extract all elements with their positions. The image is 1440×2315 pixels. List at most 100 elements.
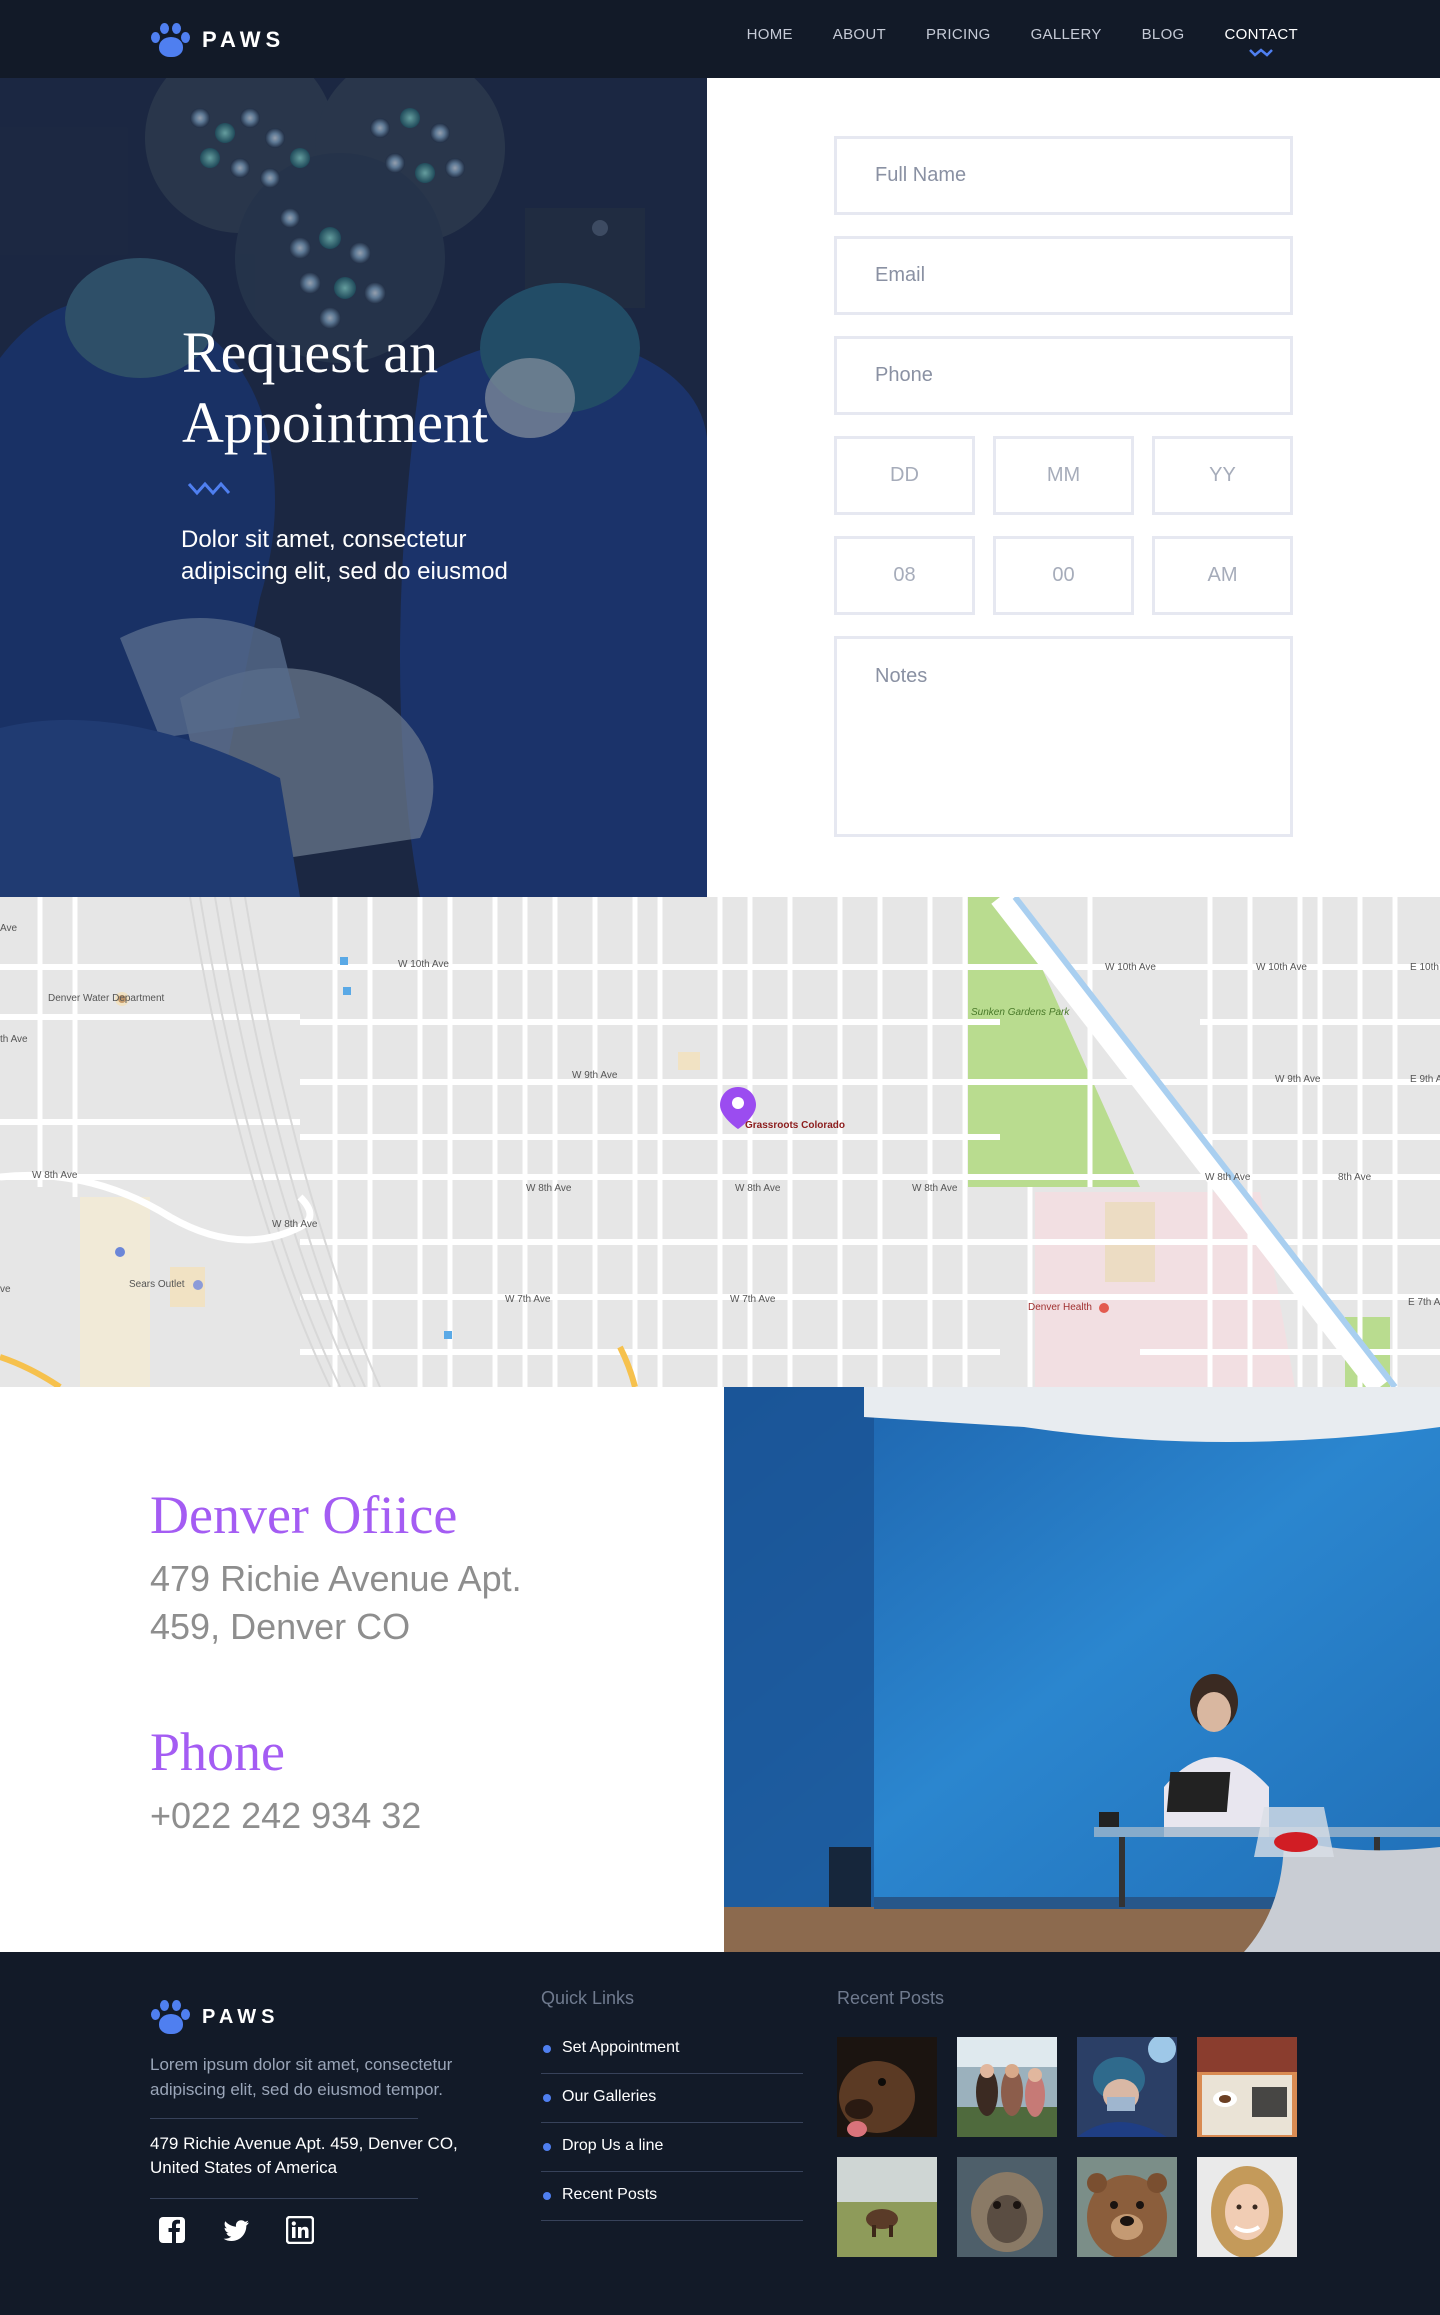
office-address: 479 Richie Avenue Apt. 459, Denver CO — [150, 1555, 522, 1651]
svg-text:W 9th Ave: W 9th Ave — [1275, 1074, 1321, 1085]
quick-link-label: Recent Posts — [562, 2186, 658, 2203]
svg-text:W 8th Ave: W 8th Ave — [526, 1183, 572, 1194]
nav-contact[interactable]: CONTACT — [1225, 26, 1298, 43]
facebook-icon[interactable] — [158, 2216, 186, 2244]
bullet-icon — [543, 2094, 551, 2102]
svg-text:Ave: Ave — [0, 923, 17, 934]
hero-image: Request an Appointment Dolor sit amet, c… — [0, 78, 707, 897]
bullet-icon — [543, 2045, 551, 2053]
map-pin-label: Grassroots Colorado — [745, 1120, 845, 1131]
recent-post-thumb-surgeon[interactable] — [1077, 2037, 1177, 2137]
recent-post-thumb-bear[interactable] — [1077, 2157, 1177, 2257]
quick-link-our-galleries[interactable]: Our Galleries — [541, 2074, 803, 2123]
quick-link-label: Drop Us a line — [562, 2137, 664, 2154]
recent-post-thumb-friends[interactable] — [957, 2037, 1057, 2137]
month-input[interactable]: MM — [993, 436, 1134, 515]
paw-logo-icon — [150, 22, 192, 58]
recent-posts-heading: Recent Posts — [837, 1988, 945, 2008]
quick-link-label: Set Appointment — [562, 2039, 680, 2056]
svg-text:ve: ve — [0, 1284, 11, 1295]
appointment-form: Full Name Email Phone DD MM YY 08 00 AM … — [707, 78, 1440, 897]
footer-divider — [150, 2118, 418, 2119]
svg-text:W 10th Ave: W 10th Ave — [398, 959, 449, 970]
svg-text:W 8th Ave: W 8th Ave — [32, 1170, 78, 1181]
footer-description: Lorem ipsum dolor sit amet, consectetur … — [150, 2055, 453, 2099]
svg-text:W 10th Ave: W 10th Ave — [1256, 962, 1307, 973]
office-address-line1: 479 Richie Avenue Apt. — [150, 1558, 522, 1599]
nav-gallery[interactable]: GALLERY — [1031, 26, 1102, 44]
svg-text:E 9th A: E 9th A — [1410, 1074, 1440, 1085]
recent-post-thumb-baboon[interactable] — [957, 2157, 1057, 2257]
phone-input[interactable]: Phone — [834, 336, 1293, 415]
hour-select[interactable]: 08 — [834, 536, 975, 615]
footer-logo[interactable]: PAWS — [150, 1999, 279, 2035]
svg-text:W 9th Ave: W 9th Ave — [572, 1070, 618, 1081]
year-input[interactable]: YY — [1152, 436, 1293, 515]
svg-text:Sears Outlet: Sears Outlet — [129, 1279, 185, 1290]
svg-text:W 7th Ave: W 7th Ave — [730, 1294, 776, 1305]
svg-text:th Ave: th Ave — [0, 1034, 28, 1045]
office-photo — [724, 1387, 1440, 1952]
full-name-input[interactable]: Full Name — [834, 136, 1293, 215]
svg-text:Sunken Gardens Park: Sunken Gardens Park — [971, 1007, 1070, 1018]
svg-text:Denver Health: Denver Health — [1028, 1302, 1092, 1313]
quick-link-recent-posts[interactable]: Recent Posts — [541, 2172, 803, 2221]
svg-text:W 8th Ave: W 8th Ave — [912, 1183, 958, 1194]
office-address-line2: 459, Denver CO — [150, 1606, 411, 1647]
notes-textarea[interactable]: Notes — [834, 636, 1293, 837]
footer-brand-name: PAWS — [202, 2005, 280, 2028]
recent-post-thumb-woman[interactable] — [1197, 2157, 1297, 2257]
footer: PAWS Lorem ipsum dolor sit amet, consect… — [0, 1952, 1440, 2315]
recent-post-thumb-coffee[interactable] — [1197, 2037, 1297, 2137]
location-map[interactable]: W 10th Ave W 10th Ave W 10th Ave E 10th … — [0, 897, 1440, 1387]
footer-divider — [150, 2198, 418, 2199]
office-photo-image — [724, 1387, 1440, 1952]
hero-overlay — [0, 78, 707, 897]
svg-text:W 8th Ave: W 8th Ave — [1205, 1172, 1251, 1183]
svg-text:W 8th Ave: W 8th Ave — [735, 1183, 781, 1194]
quick-link-set-appointment[interactable]: Set Appointment — [541, 2025, 803, 2074]
quick-links-heading: Quick Links — [541, 1988, 635, 2008]
bullet-icon — [543, 2143, 551, 2151]
email-input[interactable]: Email — [834, 236, 1293, 315]
footer-address: 479 Richie Avenue Apt. 459, Denver CO, U… — [150, 2134, 458, 2177]
active-indicator-zigzag-icon — [1249, 48, 1274, 57]
hero-title-line1: Request an — [182, 320, 439, 385]
hero-zigzag-icon — [187, 481, 231, 496]
svg-text:E 7th A: E 7th A — [1408, 1297, 1440, 1308]
nav-pricing[interactable]: PRICING — [926, 26, 991, 44]
svg-text:8th Ave: 8th Ave — [1338, 1172, 1372, 1183]
recent-post-thumb-cattle[interactable] — [837, 2157, 937, 2257]
minute-select[interactable]: 00 — [993, 536, 1134, 615]
quick-link-drop-us-a-line[interactable]: Drop Us a line — [541, 2123, 803, 2172]
nav-blog[interactable]: BLOG — [1142, 26, 1185, 44]
top-navbar: PAWS HOME ABOUT PRICING GALLERY BLOG CON… — [0, 0, 1440, 78]
hero-title: Request an Appointment — [182, 318, 488, 458]
quick-link-label: Our Galleries — [562, 2088, 657, 2105]
office-info: Denver Ofiice 479 Richie Avenue Apt. 459… — [0, 1387, 724, 1952]
paw-logo-icon — [150, 1999, 192, 2035]
office-phone: +022 242 934 32 — [150, 1795, 422, 1836]
brand-logo[interactable]: PAWS — [150, 22, 285, 58]
nav-about[interactable]: ABOUT — [833, 26, 886, 44]
brand-name: PAWS — [202, 27, 286, 52]
svg-text:Denver Water Department: Denver Water Department — [48, 993, 165, 1004]
nav-contact-wrap: CONTACT — [1225, 26, 1298, 57]
hero-subtitle: Dolor sit amet, consectetur adipiscing e… — [181, 526, 508, 585]
nav-home[interactable]: HOME — [747, 26, 793, 44]
ampm-select[interactable]: AM — [1152, 536, 1293, 615]
linkedin-icon[interactable] — [286, 2216, 314, 2244]
office-heading: Denver Ofiice — [150, 1485, 458, 1545]
day-input[interactable]: DD — [834, 436, 975, 515]
bullet-icon — [543, 2192, 551, 2200]
recent-post-thumb-dog[interactable] — [837, 2037, 937, 2137]
svg-text:W 8th Ave: W 8th Ave — [272, 1219, 318, 1230]
svg-text:W 7th Ave: W 7th Ave — [505, 1294, 551, 1305]
svg-text:E 10th: E 10th — [1410, 962, 1439, 973]
main-menu: HOME ABOUT PRICING GALLERY BLOG CONTACT — [747, 26, 1298, 57]
phone-heading: Phone — [150, 1722, 285, 1782]
twitter-icon[interactable] — [222, 2216, 250, 2244]
map-canvas: W 10th Ave W 10th Ave W 10th Ave E 10th … — [0, 897, 1440, 1387]
hero-title-line2: Appointment — [182, 390, 489, 455]
svg-text:W 10th Ave: W 10th Ave — [1105, 962, 1156, 973]
